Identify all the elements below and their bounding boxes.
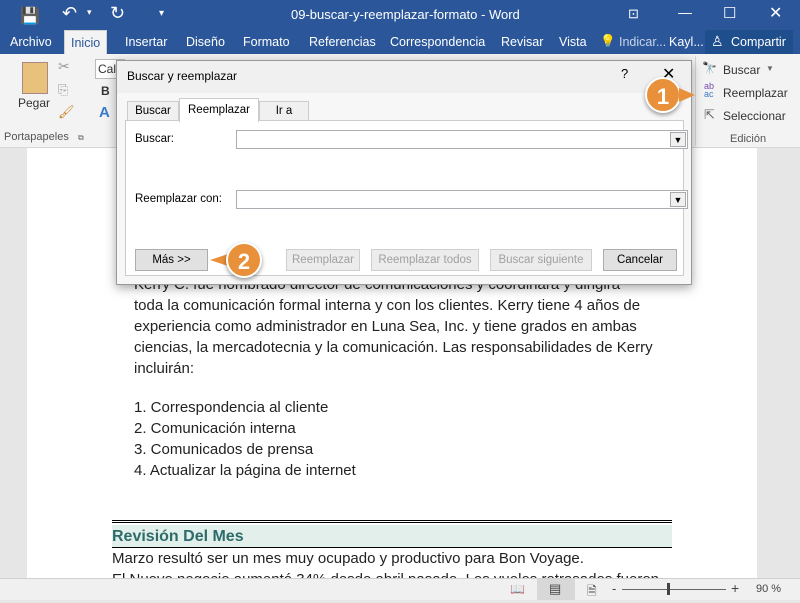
find-dropdown-icon[interactable]: ▼: [670, 132, 686, 147]
callout-2: 2: [226, 242, 262, 278]
tab-revisar[interactable]: Revisar: [495, 30, 549, 54]
paste-button[interactable]: Pegar: [18, 96, 50, 110]
zoom-level[interactable]: 90 %: [756, 583, 781, 595]
lightbulb-icon: 💡: [600, 34, 616, 48]
editing-group-label: Edición: [730, 133, 767, 145]
numbered-list: 1. Correspondencia al cliente 2. Comunic…: [134, 397, 694, 481]
print-layout-icon: ▤: [549, 581, 562, 596]
body-line: Marzo resultó ser un mes muy ocupado y p…: [112, 550, 584, 567]
window-title: 09-buscar-y-reemplazar-formato - Word: [291, 7, 520, 22]
list-item: 2. Comunicación interna: [134, 420, 296, 437]
format-painter-icon[interactable]: 🖌: [58, 104, 75, 120]
tab-diseno[interactable]: Diseño: [180, 30, 231, 54]
dialog-title: Buscar y reemplazar: [127, 69, 238, 83]
cancel-button[interactable]: Cancelar: [603, 249, 677, 271]
replace-icon: ab ac: [704, 81, 715, 99]
replace-dropdown-icon[interactable]: ▼: [670, 192, 686, 207]
status-bar: 📖 ▤ 🗎 - + 90 %: [0, 578, 800, 600]
title-bar: 💾 ↶ ▾ ↻ ▾ 09-buscar-y-reemplazar-formato…: [0, 0, 800, 30]
list-item: 3. Comunicados de prensa: [134, 441, 314, 458]
help-button[interactable]: ?: [621, 66, 628, 81]
replace-label: Reemplazar con:: [135, 193, 222, 205]
tab-insertar[interactable]: Insertar: [119, 30, 173, 54]
find-label: Buscar:: [135, 133, 174, 145]
paragraph-line: experiencia como administrador en Luna S…: [134, 318, 637, 335]
paragraph-line: toda la comunicación formal interna y co…: [134, 297, 641, 314]
body-line: El Nuevo negocio aumentó 34% desde abril…: [112, 569, 672, 578]
undo-dropdown-icon[interactable]: ▾: [87, 7, 92, 18]
copy-icon[interactable]: ⎘: [58, 82, 68, 98]
dialog-titlebar: Buscar y reemplazar ? ✕: [117, 61, 691, 93]
section-heading: Revisión Del Mes: [112, 525, 672, 548]
tell-me-box[interactable]: Indicar...: [619, 35, 666, 49]
tab-ir-a-label: Ir a: [275, 105, 293, 117]
tab-correspondencia[interactable]: Correspondencia: [384, 30, 491, 54]
tab-referencias[interactable]: Referencias: [303, 30, 382, 54]
undo-icon[interactable]: ↶: [62, 3, 77, 24]
tab-archivo[interactable]: Archivo: [4, 30, 58, 54]
bold-icon[interactable]: B: [101, 84, 110, 98]
dialog-launcher-icon[interactable]: ⧉: [78, 133, 84, 143]
heading-rule: [112, 520, 672, 524]
tab-ir-a[interactable]: Ir a: [259, 101, 309, 120]
paragraph-line: ciencias, la mercadotecnia y la comunica…: [134, 339, 653, 356]
select-button[interactable]: Seleccionar: [723, 109, 786, 123]
callout-1-pointer: [679, 88, 695, 102]
tab-formato[interactable]: Formato: [237, 30, 296, 54]
print-layout-button[interactable]: ▤: [537, 579, 575, 600]
read-mode-icon[interactable]: 📖: [510, 582, 525, 596]
customize-qat-icon[interactable]: ▾: [159, 8, 164, 19]
tab-buscar-label: Buscar: [135, 105, 171, 117]
tab-vista[interactable]: Vista: [553, 30, 593, 54]
find-next-button[interactable]: Buscar siguiente: [490, 249, 592, 271]
share-label: Compartir: [731, 35, 786, 49]
list-item: 1. Correspondencia al cliente: [134, 399, 329, 416]
redo-icon[interactable]: ↻: [110, 3, 125, 24]
text-effects-icon[interactable]: A: [99, 104, 110, 121]
zoom-out-button[interactable]: -: [612, 581, 616, 596]
tab-reemplazar[interactable]: Reemplazar: [179, 98, 259, 122]
paste-icon[interactable]: [22, 62, 48, 94]
replace-button-dialog[interactable]: Reemplazar: [286, 249, 360, 271]
tab-buscar[interactable]: Buscar: [127, 101, 179, 120]
more-button[interactable]: Más >>: [135, 249, 208, 271]
binoculars-icon: 🔭: [702, 61, 717, 75]
zoom-slider[interactable]: [622, 589, 726, 590]
maximize-icon[interactable]: ☐: [723, 4, 736, 22]
select-cursor-icon: ⇱: [704, 107, 715, 122]
find-button[interactable]: Buscar: [723, 63, 760, 77]
minimize-icon[interactable]: —: [678, 4, 692, 20]
zoom-in-button[interactable]: +: [731, 580, 739, 596]
clipboard-group-label: Portapapeles: [4, 131, 69, 143]
ribbon-display-icon[interactable]: ⊡: [628, 6, 639, 22]
paragraph-line: incluirán:: [134, 360, 195, 377]
ribbon-tabs: Archivo Inicio Insertar Diseño Formato R…: [0, 30, 800, 54]
cut-icon[interactable]: ✂: [58, 58, 70, 75]
person-add-icon: ♙: [711, 33, 724, 49]
find-replace-dialog: Buscar y reemplazar ? ✕ Buscar Reemplaza…: [116, 60, 692, 285]
callout-1: 1: [645, 77, 681, 113]
document-body: Kerry C. fue nombrado director de comuni…: [134, 274, 694, 481]
find-dropdown-icon[interactable]: ▼: [766, 64, 774, 73]
replace-all-button[interactable]: Reemplazar todos: [371, 249, 479, 271]
save-icon[interactable]: 💾: [20, 6, 40, 26]
user-name[interactable]: Kayl...: [669, 35, 704, 49]
tab-inicio[interactable]: Inicio: [64, 30, 108, 54]
list-item: 4. Actualizar la página de internet: [134, 462, 356, 479]
replace-button[interactable]: Reemplazar: [723, 86, 788, 100]
close-icon[interactable]: ✕: [769, 3, 782, 23]
find-input[interactable]: ▼: [236, 130, 688, 149]
replace-input[interactable]: ▼: [236, 190, 688, 209]
zoom-slider-thumb[interactable]: [667, 583, 671, 595]
editing-group: 🔭 Buscar ▼ ab ac Reemplazar ⇱ Seleccionar…: [695, 56, 800, 146]
tab-reemplazar-label: Reemplazar: [188, 104, 250, 116]
share-button[interactable]: ♙ Compartir: [705, 30, 793, 54]
